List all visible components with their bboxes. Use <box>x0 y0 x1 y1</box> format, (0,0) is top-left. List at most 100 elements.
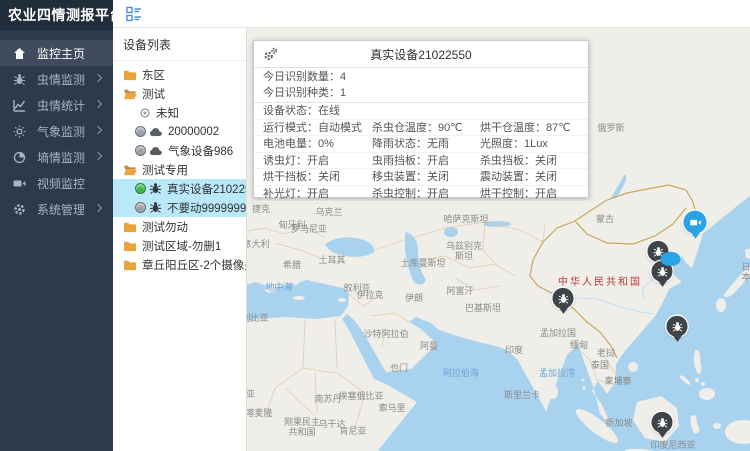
pest-device-icon <box>149 201 162 214</box>
device-tree-label: 未知 <box>156 105 179 121</box>
device-status-dot <box>135 145 146 156</box>
popup-telemetry-cell: 杀虫仓温度：90℃ <box>363 120 471 136</box>
device-tree-item[interactable]: 东区 <box>113 65 246 84</box>
popup-telemetry-cell: 光照度：1Lux <box>471 136 588 152</box>
map-device-marker[interactable] <box>652 261 673 282</box>
device-tree-label: 测试勿动 <box>142 219 188 235</box>
device-detail-popup: 真实设备21022550 今日识别数量：4 今日识别种类：1 设备状态：在线 运… <box>253 40 589 198</box>
device-tree-label: 测试专用 <box>142 162 188 178</box>
bug-icon <box>656 416 668 428</box>
popup-telemetry-cell: 烘干仓温度：87℃ <box>471 120 588 136</box>
video-camera-icon <box>689 216 701 228</box>
water-wave-icon <box>661 252 681 266</box>
popup-telemetry-cell: 电池电量：0% <box>254 136 363 152</box>
device-status-dot <box>135 183 146 194</box>
popup-telemetry-cell: 震动装置：关闭 <box>471 169 588 185</box>
sidebar-item-label: 墒情监测 <box>37 149 85 166</box>
folder-open-icon <box>123 164 137 176</box>
sidebar-item-pest-stats[interactable]: 虫情统计 <box>0 92 113 118</box>
popup-telemetry-grid: 运行模式：自动模式 杀虫仓温度：90℃ 烘干仓温度：87℃ 电池电量：0% 降雨… <box>254 120 588 202</box>
sidebar-item-label: 监控主页 <box>37 45 85 62</box>
device-tree-label: 20000002 <box>168 126 219 138</box>
map-device-marker[interactable] <box>667 316 688 337</box>
popup-telemetry-cell: 虫雨挡板：开启 <box>363 153 471 169</box>
device-tree-item[interactable]: 测试勿动 <box>113 217 246 236</box>
popup-today-section: 今日识别数量：4 今日识别种类：1 <box>254 68 588 103</box>
device-tree-label: 测试 <box>142 86 165 102</box>
bug-icon <box>656 265 668 277</box>
device-tree-item[interactable]: 真实设备21022550 <box>113 179 246 198</box>
sidebar-item-label: 气象监测 <box>37 123 85 140</box>
unknown-device-icon <box>139 107 151 119</box>
folder-closed-icon <box>123 259 137 271</box>
device-tree-item[interactable]: 章丘阳丘区-2个摄像头 <box>113 255 246 274</box>
sidebar-item-system-settings[interactable]: 系统管理 <box>0 196 113 222</box>
device-tree: 东区 测试 <box>113 61 246 274</box>
device-tree-item[interactable]: 不要动99999999 <box>113 198 246 217</box>
device-tree-item[interactable]: 测试 <box>113 84 246 103</box>
map-device-marker[interactable] <box>652 412 673 433</box>
popup-today-row: 今日识别种类：1 <box>254 85 588 101</box>
popup-telemetry-cell: 烘干挡板：关闭 <box>254 169 363 185</box>
popup-telemetry-cell: 运行模式：自动模式 <box>254 120 363 136</box>
chevron-right-icon <box>94 152 102 160</box>
app-title: 农业四情测报平台 <box>0 0 113 30</box>
device-tree-label: 气象设备986 <box>168 143 233 159</box>
chevron-right-icon <box>94 204 102 212</box>
device-list-title: 设备列表 <box>113 28 246 61</box>
line-chart-icon <box>13 99 26 112</box>
device-status-dot <box>135 126 146 137</box>
weather-device-icon <box>149 145 163 157</box>
map-device-marker[interactable] <box>553 288 574 309</box>
popup-telemetry-cell: 诱虫灯：开启 <box>254 153 363 169</box>
map-device-marker[interactable] <box>684 211 707 234</box>
video-camera-icon <box>13 177 26 190</box>
popup-telemetry-cell: 补光灯：开启 <box>254 186 363 202</box>
popup-device-status: 设备状态：在线 <box>254 103 588 120</box>
bug-icon <box>671 320 683 332</box>
device-tree-label: 真实设备21022550 <box>167 181 247 197</box>
device-tree-item[interactable]: 未知 <box>113 103 246 122</box>
popup-telemetry-cell: 移虫装置：关闭 <box>363 169 471 185</box>
bug-icon <box>13 73 26 86</box>
device-status-dot <box>135 202 146 213</box>
sidebar-item-monitor-home[interactable]: 监控主页 <box>0 40 113 66</box>
device-tree-item[interactable]: 测试专用 <box>113 160 246 179</box>
folder-closed-icon <box>123 221 137 233</box>
device-tree-item[interactable]: 测试区域-勿删1 <box>113 236 246 255</box>
sidebar-item-label: 虫情监测 <box>37 71 85 88</box>
device-tree-label: 章丘阳丘区-2个摄像头 <box>142 257 247 273</box>
popup-header: 真实设备21022550 <box>254 41 588 68</box>
device-list-panel: 设备列表 东区 <box>113 28 247 451</box>
weather-device-icon <box>149 126 163 138</box>
device-tree-label: 测试区域-勿删1 <box>142 238 221 254</box>
sidebar-item-label: 视频监控 <box>37 175 85 192</box>
gear-icon <box>13 203 26 216</box>
folder-closed-icon <box>123 240 137 252</box>
sidebar-item-weather-monitor[interactable]: 气象监测 <box>0 118 113 144</box>
home-icon <box>13 47 26 60</box>
chevron-right-icon <box>94 100 102 108</box>
device-tree-label: 不要动99999999 <box>167 200 247 216</box>
app-window: 农业四情测报平台 监控主页 虫情监测 虫情统计 气象监测 <box>0 0 750 451</box>
popup-telemetry-cell: 杀虫控制：开启 <box>363 186 471 202</box>
popup-telemetry-cell: 杀虫挡板：关闭 <box>471 153 588 169</box>
folder-open-icon <box>123 88 137 100</box>
chevron-right-icon <box>94 74 102 82</box>
device-tree-item[interactable]: 气象设备986 <box>113 141 246 160</box>
chevron-right-icon <box>94 126 102 134</box>
top-bar <box>113 0 750 28</box>
sidebar-item-pest-monitor[interactable]: 虫情监测 <box>0 66 113 92</box>
sidebar-item-soil-monitor[interactable]: 墒情监测 <box>0 144 113 170</box>
device-tree-item[interactable]: 20000002 <box>113 122 246 141</box>
device-tree-label: 东区 <box>142 67 165 83</box>
pest-device-icon <box>149 182 162 195</box>
sidebar-item-label: 虫情统计 <box>37 97 85 114</box>
sidebar: 农业四情测报平台 监控主页 虫情监测 虫情统计 气象监测 <box>0 0 113 451</box>
bug-icon <box>557 292 569 304</box>
popup-telemetry-cell: 降雨状态：无雨 <box>363 136 471 152</box>
popup-today-row: 今日识别数量：4 <box>254 69 588 85</box>
globe-icon <box>13 151 26 164</box>
sidebar-item-video-monitor[interactable]: 视频监控 <box>0 170 113 196</box>
tree-toggle-icon[interactable] <box>126 6 142 22</box>
